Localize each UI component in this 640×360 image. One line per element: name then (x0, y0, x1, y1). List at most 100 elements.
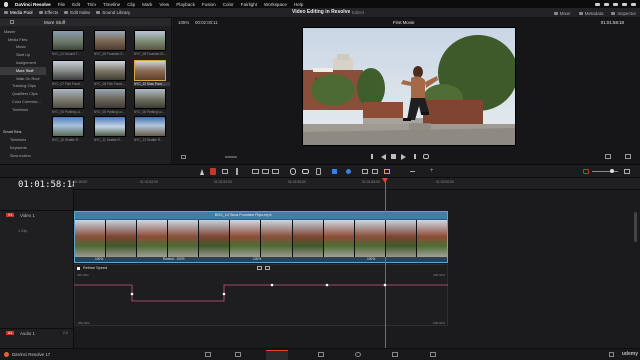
clip-thumbnail[interactable] (134, 30, 166, 51)
marker-icon[interactable] (346, 169, 351, 174)
bin-assignment[interactable]: Assignment (0, 59, 46, 67)
volume-knob[interactable] (610, 169, 614, 173)
control-center-icon[interactable] (622, 2, 627, 6)
clip-thumbnail[interactable] (52, 60, 84, 81)
menu-mark[interactable]: Mark (142, 2, 152, 7)
menu-clip[interactable]: Clip (127, 2, 135, 7)
deliver-page-icon[interactable] (430, 352, 436, 357)
retime-curve-line[interactable] (74, 284, 448, 302)
smart-bin-slow-motion[interactable]: Slow motion (0, 152, 46, 160)
viewer-zoom[interactable]: 105% (178, 20, 189, 25)
home-icon[interactable] (609, 352, 614, 357)
edit-index-button[interactable]: Edit Index (64, 10, 90, 15)
clip-thumbnail[interactable] (134, 116, 166, 137)
bin-tracking-clips[interactable]: Tracking Clips (0, 83, 46, 91)
linked-selection-icon[interactable] (302, 169, 309, 174)
curve-keyframe[interactable] (325, 283, 329, 287)
viewer-options-icon[interactable] (181, 155, 186, 159)
audio-track-label[interactable]: A1 (6, 331, 15, 335)
playhead-handle[interactable] (382, 178, 388, 183)
bin-timelines[interactable]: Timelines (0, 106, 46, 114)
timeline-name[interactable]: First Movie (393, 20, 414, 25)
menu-fairlight[interactable]: Fairlight (241, 2, 257, 7)
retime-curve[interactable] (74, 264, 448, 326)
play-icon[interactable] (401, 154, 406, 160)
timeline-ruler[interactable]: 01:00:00 01:01:52:00 01:01:54:00 01:01:5… (74, 178, 640, 190)
clip-thumbnail[interactable] (52, 88, 84, 109)
sound-library-button[interactable]: Sound Library (96, 10, 130, 15)
bin-music[interactable]: Music (0, 44, 46, 52)
inspector-button[interactable]: Inspector (611, 11, 636, 16)
menu-workspace[interactable]: Workspace (264, 2, 287, 7)
zoom-in-icon[interactable]: + (430, 168, 435, 174)
clip-thumbnail[interactable] (94, 60, 126, 81)
menu-trim[interactable]: Trim (87, 2, 96, 7)
apple-icon[interactable] (4, 1, 8, 7)
timeline-scrollbar[interactable] (634, 212, 637, 242)
insert-clip-icon[interactable] (252, 169, 259, 174)
fusion-page-icon[interactable] (318, 352, 324, 357)
curve-keyframe[interactable] (383, 283, 387, 287)
smart-bin-keywords[interactable]: Keywords (0, 144, 46, 152)
zoom-detail-icon[interactable] (372, 169, 378, 174)
menu-color[interactable]: Color (223, 2, 234, 7)
bin-media-files[interactable]: Media Files (0, 36, 46, 44)
search-icon[interactable] (613, 2, 618, 6)
match-frame-icon[interactable] (605, 154, 611, 159)
bin-start-up[interactable]: Start Up (0, 51, 46, 59)
bin-walk-on-roof[interactable]: Walk On Roof (0, 75, 46, 83)
bin-color-correction[interactable]: Color Correctio... (0, 98, 46, 106)
edit-page-icon[interactable] (266, 350, 288, 360)
menu-playback[interactable]: Playback (176, 2, 195, 7)
fullscreen-icon[interactable] (625, 154, 631, 159)
menu-app-name[interactable]: DaVinci Resolve (15, 2, 51, 7)
smart-bin-timelines[interactable]: Timelines (0, 136, 46, 144)
video-track-name[interactable]: Video 1 (20, 213, 35, 218)
selection-tool-icon[interactable] (200, 169, 204, 175)
overwrite-clip-icon[interactable] (262, 169, 269, 174)
jog-slider[interactable] (225, 156, 237, 158)
wifi-icon[interactable] (604, 2, 609, 6)
dynamic-trim-icon[interactable] (222, 169, 228, 174)
bin-master[interactable]: Master (0, 28, 46, 36)
loop-icon[interactable] (423, 154, 429, 159)
curve-keyframe[interactable] (270, 283, 274, 287)
position-lock-icon[interactable] (316, 168, 321, 175)
skip-start-icon[interactable] (371, 154, 376, 159)
snapping-icon[interactable] (290, 168, 296, 175)
clip-thumbnail[interactable] (52, 30, 84, 51)
zoom-full-icon[interactable] (362, 169, 368, 174)
volume-slider[interactable] (592, 171, 618, 172)
stop-icon[interactable] (391, 154, 396, 159)
metadata-button[interactable]: Metadata (578, 11, 603, 16)
curve-keyframe[interactable] (130, 292, 134, 296)
clip-thumbnail-selected[interactable] (134, 60, 166, 81)
trim-tool-icon[interactable] (210, 168, 216, 175)
bin-qualifiers-clips[interactable]: Qualifiers Clips (0, 90, 46, 98)
clip-thumbnail[interactable] (134, 88, 166, 109)
bin-more-stuff[interactable]: More Stuff (0, 66, 46, 75)
menu-edit[interactable]: Edit (72, 2, 80, 7)
current-bin-name[interactable]: More Stuff (44, 20, 65, 25)
clip-thumbnail[interactable] (94, 30, 126, 51)
effects-button[interactable]: Effects (38, 10, 58, 15)
skip-end-icon[interactable] (411, 154, 416, 159)
clock-icon[interactable] (631, 2, 636, 6)
menu-timeline[interactable]: Timeline (103, 2, 120, 7)
blade-tool-icon[interactable] (236, 168, 238, 175)
audio-track-name[interactable]: Audio 1 (20, 331, 35, 336)
color-page-icon[interactable] (355, 352, 361, 357)
media-pool-button[interactable]: Media Pool (4, 10, 33, 15)
zoom-out-icon[interactable] (410, 171, 415, 172)
play-reverse-icon[interactable] (381, 154, 386, 160)
zoom-custom-icon[interactable] (384, 169, 390, 174)
flag-icon[interactable] (332, 169, 337, 174)
menu-file[interactable]: File (58, 2, 65, 7)
replace-clip-icon[interactable] (272, 169, 279, 174)
clip-thumbnail[interactable] (94, 116, 126, 137)
cut-page-icon[interactable] (235, 352, 241, 357)
menu-view[interactable]: View (159, 2, 169, 7)
clip-thumbnail[interactable] (52, 116, 84, 137)
video-track-label[interactable]: V1 (6, 213, 15, 217)
menu-help[interactable]: Help (294, 2, 303, 7)
